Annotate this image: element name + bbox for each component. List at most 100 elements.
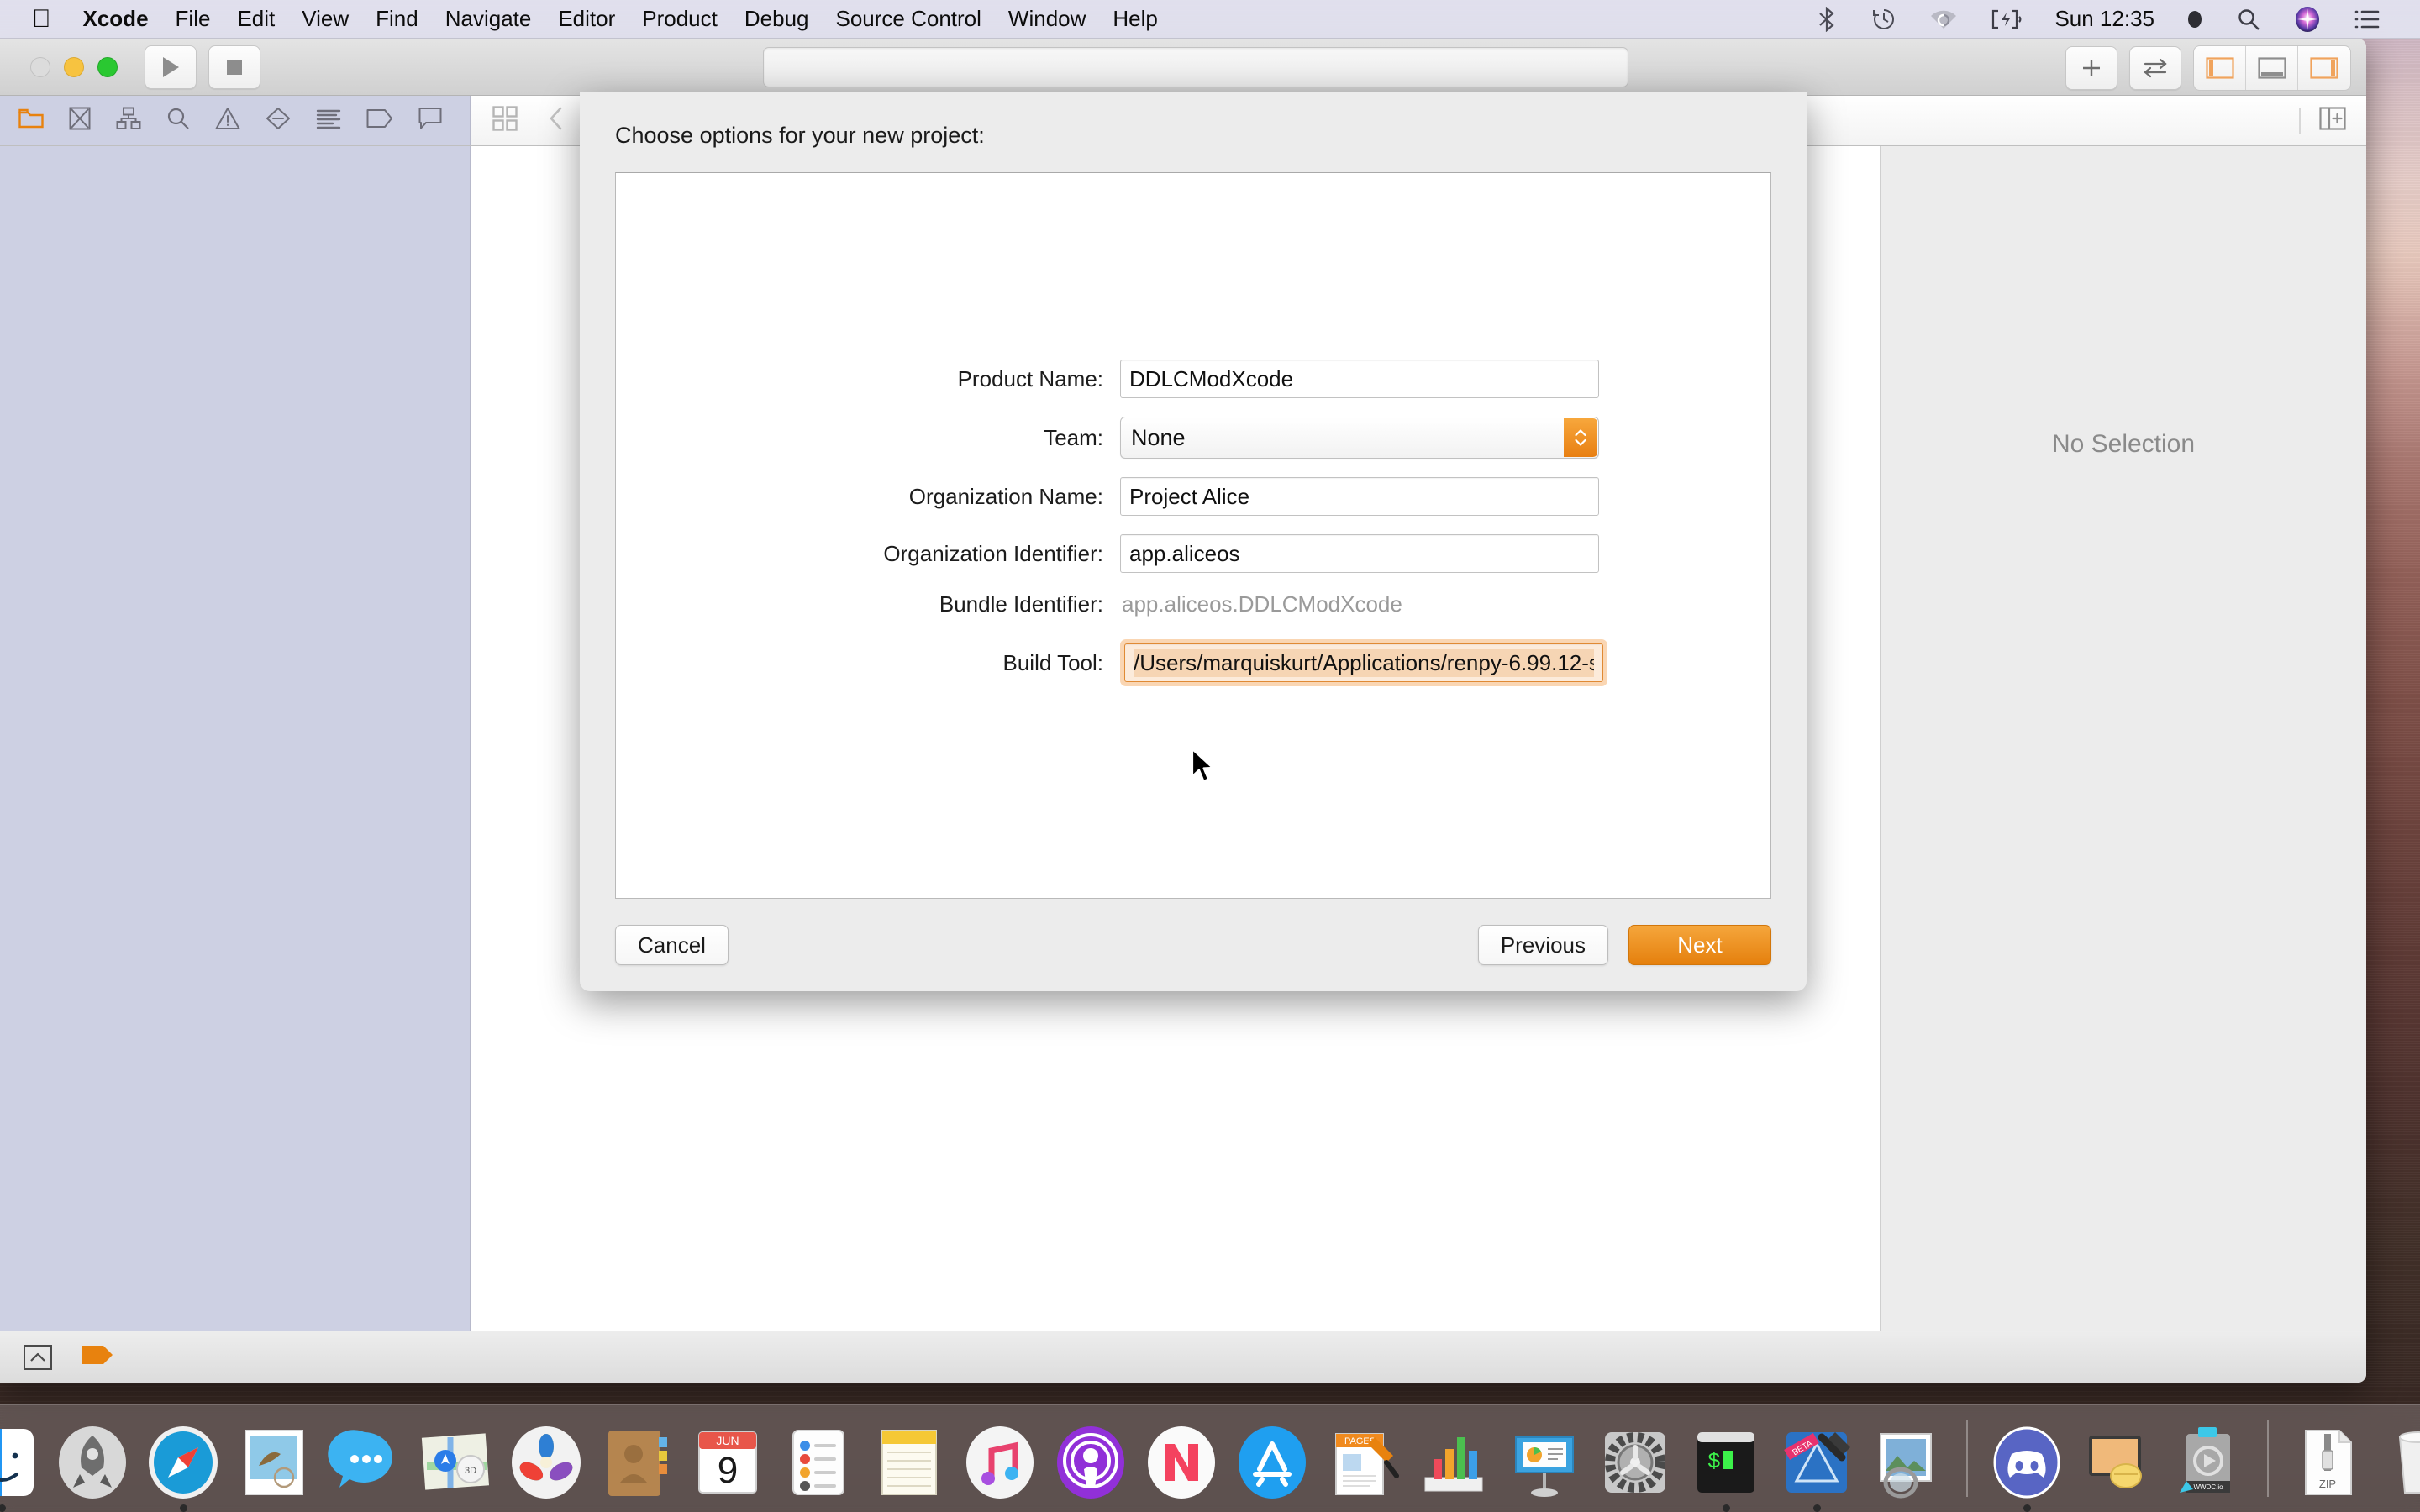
dock-maps[interactable]: 3D xyxy=(412,1422,499,1512)
run-button[interactable] xyxy=(145,45,197,89)
zoom-window-button[interactable] xyxy=(97,56,118,77)
menu-item-source-control[interactable]: Source Control xyxy=(823,6,995,32)
menu-item-edit[interactable]: Edit xyxy=(224,6,288,32)
minimize-window-button[interactable] xyxy=(64,56,84,77)
navigator-filter-bar xyxy=(0,1331,2366,1383)
dock-safari[interactable] xyxy=(139,1422,227,1512)
organization-name-input[interactable]: Project Alice xyxy=(1120,477,1599,516)
source-control-navigator-tab[interactable] xyxy=(69,107,91,134)
zip-label: ZIP xyxy=(2319,1478,2336,1490)
build-tool-focus-ring: /Users/marquiskurt/Applications/renpy-6.… xyxy=(1120,639,1607,686)
menubar-clock[interactable]: Sun 12:35 xyxy=(2039,6,2170,32)
dock-zip-file[interactable]: ZIP xyxy=(2284,1422,2371,1512)
maps-icon: 3D xyxy=(415,1422,496,1503)
menu-item-file[interactable]: File xyxy=(162,6,224,32)
cancel-button[interactable]: Cancel xyxy=(615,925,729,965)
breakpoint-navigator-tab[interactable] xyxy=(366,108,393,133)
dock-contacts[interactable] xyxy=(593,1422,681,1512)
menu-item-view[interactable]: View xyxy=(288,6,362,32)
dock-discord[interactable] xyxy=(1983,1422,2070,1512)
find-navigator-tab[interactable] xyxy=(166,107,190,134)
apple-logo-icon[interactable]:  xyxy=(0,6,70,32)
running-indicator xyxy=(815,1504,823,1512)
dock-numbers[interactable] xyxy=(1410,1422,1497,1512)
running-indicator xyxy=(1632,1504,1639,1512)
add-editor-button[interactable] xyxy=(2065,46,2118,90)
dock-notes[interactable] xyxy=(865,1422,953,1512)
next-button[interactable]: Next xyxy=(1628,925,1771,965)
field-row-organization-identifier: Organization Identifier: app.aliceos xyxy=(616,534,1770,573)
dock-xcode[interactable]: BETA xyxy=(1773,1422,1860,1512)
launchpad-icon xyxy=(52,1422,133,1503)
menu-item-xcode[interactable]: Xcode xyxy=(70,6,162,32)
build-tool-input[interactable]: /Users/marquiskurt/Applications/renpy-6.… xyxy=(1124,643,1603,682)
siri-icon[interactable] xyxy=(2277,6,2338,33)
dock-keynote-remote[interactable] xyxy=(2074,1422,2161,1512)
running-indicator xyxy=(179,1504,187,1512)
stop-button[interactable] xyxy=(208,45,260,89)
menu-item-product[interactable]: Product xyxy=(629,6,731,32)
dock-wwdc[interactable]: WWDC.io xyxy=(2165,1422,2252,1512)
menu-item-editor[interactable]: Editor xyxy=(544,6,629,32)
close-window-button[interactable] xyxy=(30,56,50,77)
dock-finder[interactable] xyxy=(0,1422,45,1512)
dock-system-preferences[interactable] xyxy=(1591,1422,1679,1512)
running-indicator xyxy=(997,1504,1004,1512)
project-navigator-tab[interactable] xyxy=(18,108,44,134)
toggle-debug-area-button[interactable] xyxy=(2246,46,2298,90)
dock-preview[interactable] xyxy=(1864,1422,1951,1512)
show-hidden-button[interactable] xyxy=(24,1344,52,1370)
team-popup-button[interactable]: None xyxy=(1120,417,1599,459)
assistant-editor-button[interactable] xyxy=(2129,46,2181,90)
tag-filter-icon[interactable] xyxy=(81,1343,114,1371)
dock-reminders[interactable] xyxy=(775,1422,862,1512)
chevron-left-icon[interactable] xyxy=(548,106,565,135)
dock-podcasts[interactable] xyxy=(1047,1422,1134,1512)
record-dot-icon[interactable] xyxy=(2170,10,2220,29)
product-name-input[interactable]: DDLCModXcode xyxy=(1120,360,1599,398)
field-row-build-tool: Build Tool: /Users/marquiskurt/Applicati… xyxy=(616,639,1770,686)
toggle-inspector-button[interactable] xyxy=(2298,46,2350,90)
battery-charging-icon[interactable] xyxy=(1974,9,2039,29)
keynote-icon xyxy=(1504,1422,1585,1503)
dock-terminal[interactable]: $ xyxy=(1682,1422,1770,1512)
bluetooth-icon[interactable] xyxy=(1799,6,1854,32)
dock-appstore[interactable] xyxy=(1228,1422,1316,1512)
organization-identifier-input[interactable]: app.aliceos xyxy=(1120,534,1599,573)
running-indicator xyxy=(1450,1504,1458,1512)
report-navigator-tab[interactable] xyxy=(418,107,442,134)
dock-pages[interactable]: PAGES xyxy=(1319,1422,1407,1512)
menu-item-navigate[interactable]: Navigate xyxy=(432,6,545,32)
issue-navigator-tab[interactable] xyxy=(215,107,240,134)
dock-trash[interactable] xyxy=(2375,1422,2420,1512)
toggle-navigator-button[interactable] xyxy=(2194,46,2246,90)
dock-news[interactable] xyxy=(1138,1422,1225,1512)
dock-photos[interactable] xyxy=(502,1422,590,1512)
symbol-navigator-tab[interactable] xyxy=(116,107,141,134)
project-navigator-panel[interactable] xyxy=(0,146,471,1331)
notification-center-icon[interactable] xyxy=(2338,8,2396,30)
dock-launchpad[interactable] xyxy=(49,1422,136,1512)
wifi-icon[interactable] xyxy=(1913,8,1974,30)
test-navigator-tab[interactable] xyxy=(266,107,291,134)
discord-icon xyxy=(1986,1422,2067,1503)
running-indicator xyxy=(2415,1504,2420,1512)
menu-item-debug[interactable]: Debug xyxy=(731,6,823,32)
time-machine-icon[interactable] xyxy=(1854,7,1913,32)
inspector-panel: No Selection xyxy=(1881,146,2366,1331)
spotlight-search-icon[interactable] xyxy=(2220,8,2277,31)
split-editor-add-icon[interactable] xyxy=(2319,107,2346,134)
menu-item-find[interactable]: Find xyxy=(362,6,432,32)
running-indicator xyxy=(452,1504,460,1512)
dock-itunes[interactable] xyxy=(956,1422,1044,1512)
dock-calendar[interactable]: JUN 9 xyxy=(684,1422,771,1512)
dock-mail[interactable] xyxy=(230,1422,318,1512)
dock-messages[interactable] xyxy=(321,1422,408,1512)
menu-item-window[interactable]: Window xyxy=(995,6,1099,32)
previous-button[interactable]: Previous xyxy=(1477,925,1608,965)
dock-keynote[interactable] xyxy=(1501,1422,1588,1512)
related-items-icon[interactable] xyxy=(492,106,518,135)
messages-icon xyxy=(324,1422,405,1503)
menu-item-help[interactable]: Help xyxy=(1099,6,1171,32)
debug-navigator-tab[interactable] xyxy=(316,108,341,134)
